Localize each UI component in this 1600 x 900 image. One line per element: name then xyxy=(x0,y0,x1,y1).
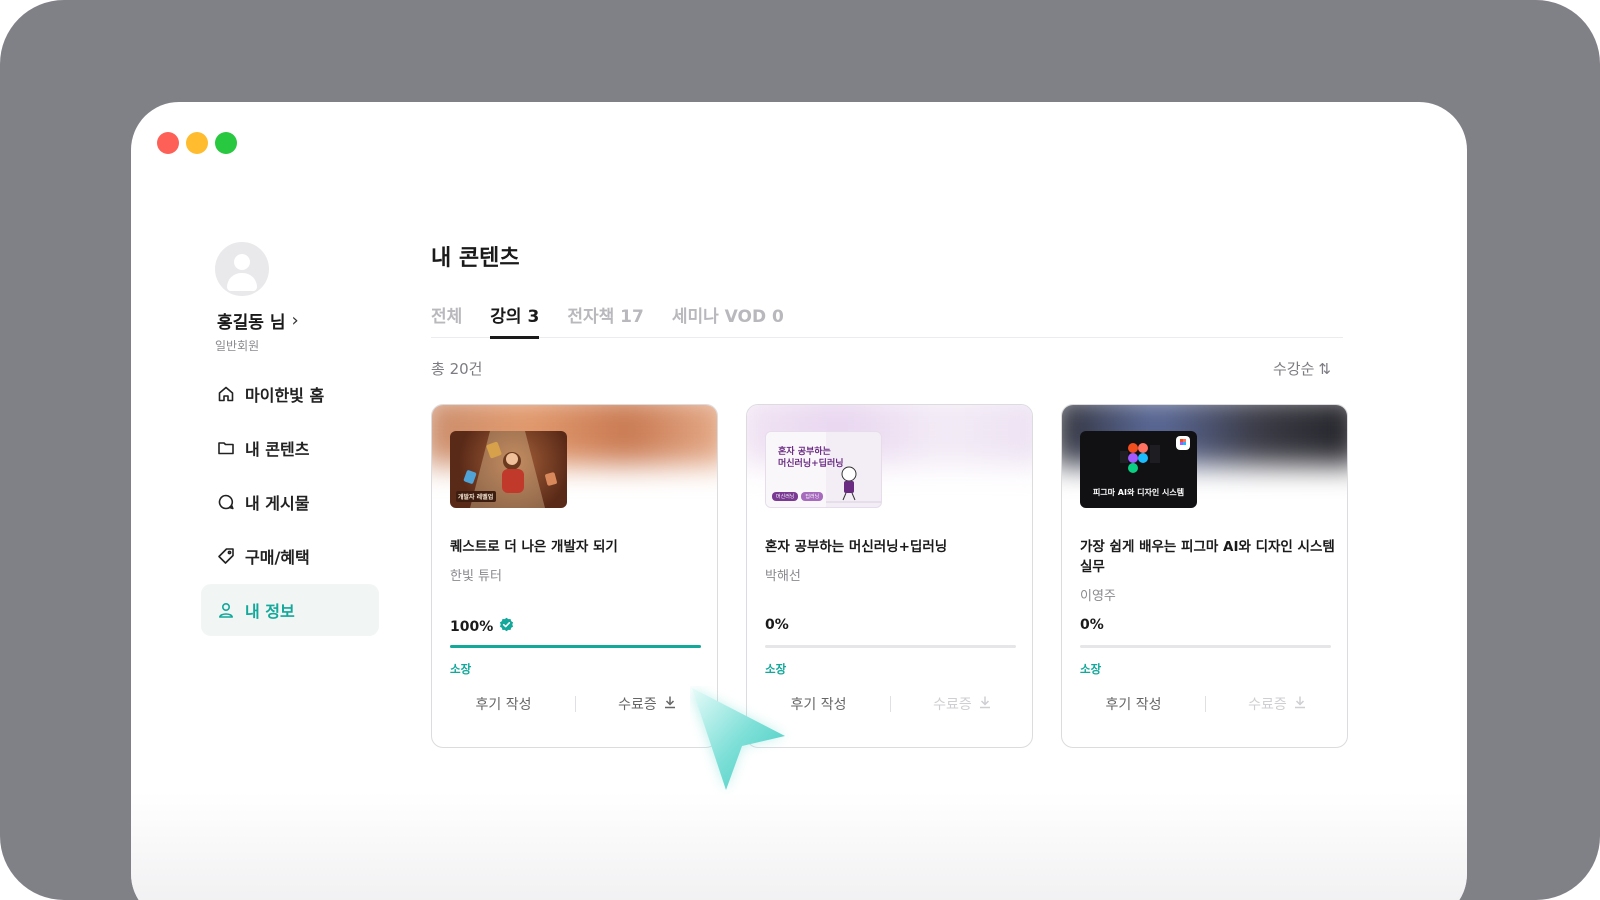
verified-check-icon xyxy=(499,617,514,636)
course-card-list: 개발자 레벨업 퀘스트로 더 나은 개발자 되기 한빛 튜터 100% 소장 후… xyxy=(431,404,1348,748)
profile-name: 홍길동 님 xyxy=(217,313,286,333)
owned-badge: 소장 xyxy=(765,662,787,676)
course-thumbnail[interactable]: 피그마 AI와 디자인 시스템 xyxy=(1080,431,1197,508)
progress-row: 100% xyxy=(450,617,514,636)
progress-percent: 100% xyxy=(450,618,494,635)
course-card[interactable]: 개발자 레벨업 퀘스트로 더 나은 개발자 되기 한빛 튜터 100% 소장 후… xyxy=(431,404,718,748)
course-thumbnail[interactable]: 개발자 레벨업 xyxy=(450,431,567,508)
progress-bar xyxy=(1080,645,1331,648)
robot-illustration xyxy=(826,466,881,503)
sidebar-item-label: 내 정보 xyxy=(245,602,295,621)
course-title[interactable]: 퀘스트로 더 나은 개발자 되기 xyxy=(450,537,705,557)
tag-icon xyxy=(217,547,235,565)
sidebar-item-my-contents[interactable]: 내 콘텐츠 xyxy=(201,422,379,474)
chevron-right-icon: › xyxy=(291,310,299,331)
owned-badge: 소장 xyxy=(450,662,472,676)
thumbnail-caption: 개발자 레벨업 xyxy=(458,494,494,501)
progress-row: 0% xyxy=(765,617,789,633)
write-review-label: 후기 작성 xyxy=(475,697,532,713)
sidebar-item-label: 마이한빛 홈 xyxy=(245,386,325,405)
tab-all[interactable]: 전체 xyxy=(431,290,462,338)
minimize-window-button[interactable] xyxy=(186,132,208,154)
content-tabs: 전체 강의 3 전자책 17 세미나 VOD 0 xyxy=(431,290,1343,339)
progress-percent: 0% xyxy=(765,617,789,633)
write-review-button[interactable]: 후기 작성 xyxy=(1062,694,1205,714)
close-window-button[interactable] xyxy=(157,132,179,154)
download-icon xyxy=(1293,695,1307,713)
chat-icon xyxy=(217,493,235,511)
page-title: 내 콘텐츠 xyxy=(431,246,520,271)
sort-label: 수강순 xyxy=(1273,360,1315,378)
avatar-body xyxy=(227,273,257,291)
pointer-cursor-icon xyxy=(690,688,785,790)
sidebar-item-label: 내 게시물 xyxy=(245,494,310,513)
sidebar-nav: 마이한빛 홈 내 콘텐츠 내 게시물 구매/혜택 내 정보 xyxy=(201,368,379,638)
total-count: 총 20건 xyxy=(431,360,483,378)
maximize-window-button[interactable] xyxy=(215,132,237,154)
sidebar-item-my-info[interactable]: 내 정보 xyxy=(201,584,379,636)
sidebar-item-my-posts[interactable]: 내 게시물 xyxy=(201,476,379,528)
thumbnail-caption: 피그마 AI와 디자인 시스템 xyxy=(1092,488,1185,497)
progress-bar xyxy=(450,645,701,648)
sidebar-item-label: 구매/혜택 xyxy=(245,548,310,567)
progress-bar xyxy=(765,645,1016,648)
card-actions: 후기 작성 수료증 xyxy=(432,693,717,715)
certificate-label: 수료증 xyxy=(1248,697,1287,713)
write-review-label: 후기 작성 xyxy=(1105,697,1162,713)
certificate-label: 수료증 xyxy=(933,697,972,713)
user-icon xyxy=(217,601,235,619)
certificate-download-button[interactable]: 수료증 xyxy=(1206,694,1347,714)
sort-button[interactable]: 수강순 ⇅ xyxy=(1273,358,1331,379)
owned-badge: 소장 xyxy=(1080,662,1102,676)
avatar xyxy=(215,242,269,296)
sidebar-item-purchase[interactable]: 구매/혜택 xyxy=(201,530,379,582)
certificate-download-button[interactable]: 수료증 xyxy=(891,694,1032,714)
home-icon xyxy=(217,385,235,403)
download-icon xyxy=(663,695,677,713)
tab-seminar-vod[interactable]: 세미나 VOD 0 xyxy=(672,290,784,338)
course-title[interactable]: 가장 쉽게 배우는 피그마 AI와 디자인 시스템 실무 xyxy=(1080,537,1335,577)
course-author: 박해선 xyxy=(765,569,801,584)
progress-bar-fill xyxy=(450,645,701,648)
course-title[interactable]: 혼자 공부하는 머신러닝+딥러닝 xyxy=(765,537,1020,557)
progress-percent: 0% xyxy=(1080,617,1104,633)
card-actions: 후기 작성 수료증 xyxy=(1062,693,1347,715)
folder-icon xyxy=(217,439,235,457)
sidebar-item-home[interactable]: 마이한빛 홈 xyxy=(201,368,379,420)
sidebar-item-label: 내 콘텐츠 xyxy=(245,440,310,459)
course-card[interactable]: 피그마 AI와 디자인 시스템 가장 쉽게 배우는 피그마 AI와 디자인 시스… xyxy=(1061,404,1348,748)
progress-row: 0% xyxy=(1080,617,1104,633)
window-controls xyxy=(157,132,237,154)
tab-ebooks[interactable]: 전자책 17 xyxy=(567,290,644,338)
write-review-button[interactable]: 후기 작성 xyxy=(432,694,575,714)
course-author: 이영주 xyxy=(1080,589,1116,604)
member-type: 일반회원 xyxy=(215,339,260,353)
download-icon xyxy=(978,695,992,713)
profile-name-link[interactable]: 홍길동 님 › xyxy=(217,308,299,333)
course-author: 한빛 튜터 xyxy=(450,569,502,584)
sort-icon: ⇅ xyxy=(1318,359,1331,378)
course-thumbnail[interactable]: 혼자 공부하는 머신러닝+딥러닝 머신러닝 딥러닝 xyxy=(765,431,882,508)
certificate-label: 수료증 xyxy=(618,697,657,713)
avatar-head xyxy=(234,254,250,270)
screen-frame: 홍길동 님 › 일반회원 마이한빛 홈 내 콘텐츠 내 게시물 구매/혜택 내 … xyxy=(0,0,1600,900)
tab-lectures[interactable]: 강의 3 xyxy=(490,290,540,339)
